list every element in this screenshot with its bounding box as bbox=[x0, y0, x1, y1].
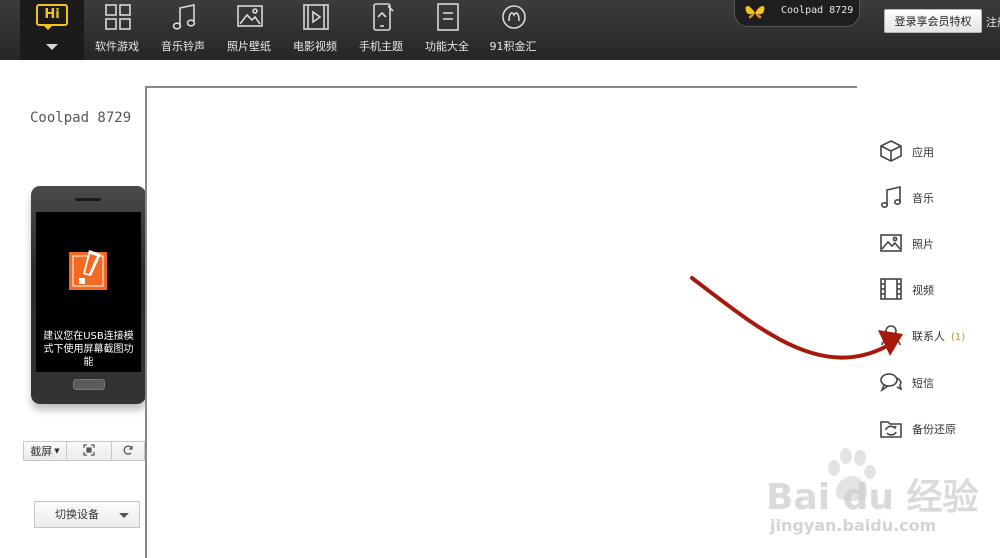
chat-bubbles-icon bbox=[880, 373, 903, 393]
music-note-icon bbox=[172, 4, 196, 30]
device-title: Coolpad 8729 bbox=[30, 110, 132, 126]
side-item-contacts[interactable]: 联系人 (1) bbox=[879, 321, 989, 349]
side-item-label: 联系人 bbox=[912, 330, 945, 343]
refresh-button[interactable] bbox=[112, 442, 144, 460]
warning-icon bbox=[69, 250, 107, 290]
switch-device-button[interactable]: 切换设备 bbox=[34, 501, 140, 528]
main-content-area bbox=[145, 86, 857, 558]
phone-speaker bbox=[75, 198, 101, 201]
fullscreen-button[interactable] bbox=[67, 442, 112, 460]
register-link[interactable]: 注册 bbox=[986, 14, 1000, 30]
side-item-label-wrap: 联系人 (1) bbox=[912, 328, 965, 344]
chevron-down-icon bbox=[119, 513, 129, 518]
contact-count-badge: (1) bbox=[951, 332, 966, 343]
music-note-icon bbox=[880, 185, 902, 208]
baidu-watermark-url: jingyan.baidu.com bbox=[770, 516, 937, 535]
side-item-music[interactable]: 音乐 bbox=[879, 183, 989, 211]
switch-device-label: 切换设备 bbox=[55, 508, 99, 521]
top-toolbar: Hi 软件游戏 音乐铃声 照片壁纸 电影视频 手机主题 功能大全 91积金汇 C… bbox=[0, 0, 1000, 60]
tools-list-icon bbox=[437, 3, 459, 31]
nav-label: 电影视频 bbox=[293, 40, 337, 53]
nav-movies-videos[interactable]: 电影视频 bbox=[282, 0, 348, 60]
nav-feature-collection[interactable]: 功能大全 bbox=[414, 0, 480, 60]
side-item-videos[interactable]: 视频 bbox=[879, 275, 989, 303]
side-item-photos[interactable]: 照片 bbox=[879, 229, 989, 257]
coins-icon bbox=[502, 5, 526, 29]
device-name: Coolpad 8729 bbox=[781, 5, 854, 16]
fit-screen-icon bbox=[83, 444, 95, 456]
nav-label: 手机主题 bbox=[359, 40, 403, 53]
side-item-apps[interactable]: 应用 bbox=[879, 137, 989, 165]
side-item-backup-restore[interactable]: 备份还原 bbox=[879, 414, 989, 442]
nav-software-games[interactable]: 软件游戏 bbox=[84, 0, 150, 60]
box-icon bbox=[880, 140, 902, 162]
hi-menu-button[interactable]: Hi bbox=[20, 0, 84, 60]
screenshot-toolbar: 截屏 ▼ bbox=[23, 441, 145, 461]
contact-person-icon bbox=[881, 325, 901, 346]
side-item-label: 应用 bbox=[912, 146, 934, 159]
picture-icon bbox=[880, 234, 902, 252]
nav-music-ringtones[interactable]: 音乐铃声 bbox=[150, 0, 216, 60]
phone-theme-icon bbox=[373, 3, 394, 31]
side-item-sms[interactable]: 短信 bbox=[879, 368, 989, 396]
caret-down-icon: ▼ bbox=[54, 447, 60, 455]
backup-restore-icon bbox=[880, 421, 902, 438]
screenshot-button[interactable]: 截屏 ▼ bbox=[24, 442, 67, 460]
nav-photos-wallpapers[interactable]: 照片壁纸 bbox=[216, 0, 282, 60]
film-icon bbox=[880, 278, 902, 300]
usb-mode-message: 建议您在USB连接模式下使用屏幕截图功能 bbox=[43, 331, 134, 368]
nav-label: 功能大全 bbox=[425, 40, 469, 53]
baidu-watermark: Bai du 经验 bbox=[766, 477, 979, 518]
apps-grid-icon bbox=[105, 4, 131, 30]
side-item-label: 照片 bbox=[912, 238, 934, 251]
refresh-icon bbox=[123, 445, 133, 455]
nav-label: 91积金汇 bbox=[489, 40, 537, 53]
phone-screen: 建议您在USB连接模式下使用屏幕截图功能 bbox=[36, 212, 141, 372]
video-play-icon bbox=[303, 4, 329, 30]
picture-icon bbox=[237, 5, 263, 27]
phone-home-button bbox=[73, 379, 105, 390]
side-item-label: 音乐 bbox=[912, 192, 934, 205]
chevron-down-icon bbox=[46, 44, 58, 50]
side-item-label: 视频 bbox=[912, 284, 934, 297]
nav-label: 照片壁纸 bbox=[227, 40, 271, 53]
screenshot-label: 截屏 bbox=[30, 445, 53, 458]
side-item-label: 短信 bbox=[912, 377, 934, 390]
connected-device-badge[interactable]: Coolpad 8729 bbox=[734, 0, 860, 27]
phone-preview: 建议您在USB连接模式下使用屏幕截图功能 bbox=[31, 186, 146, 404]
side-item-label: 备份还原 bbox=[912, 423, 956, 436]
login-vip-button[interactable]: 登录享会员特权 bbox=[884, 9, 982, 33]
nav-label: 软件游戏 bbox=[95, 40, 139, 53]
nav-phone-themes[interactable]: 手机主题 bbox=[348, 0, 414, 60]
nav-label: 音乐铃声 bbox=[161, 40, 205, 53]
butterfly-logo-icon bbox=[745, 6, 765, 19]
hi-logo-icon: Hi bbox=[36, 4, 68, 30]
nav-91-points[interactable]: 91积金汇 bbox=[480, 0, 546, 60]
